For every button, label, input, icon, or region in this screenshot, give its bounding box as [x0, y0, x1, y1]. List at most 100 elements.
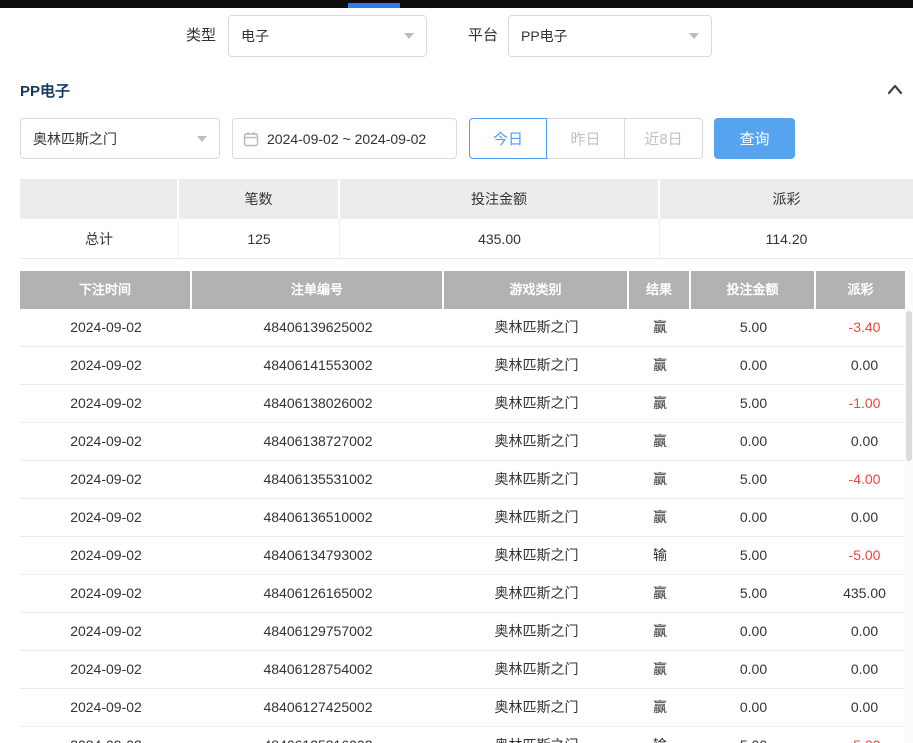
page: 类型 电子 平台 PP电子 PP电子 奥林匹斯之门 [0, 0, 913, 743]
cell-game-category: 奥林匹斯之门 [444, 689, 629, 726]
quick-button-last8days[interactable]: 近8日 [624, 118, 703, 159]
game-select-value: 奥林匹斯之门 [33, 129, 189, 149]
cell-order-no: 48406127425002 [192, 689, 444, 726]
cell-game-category: 奥林匹斯之门 [444, 727, 629, 743]
cell-payout: 0.00 [816, 613, 913, 650]
quick-button-today[interactable]: 今日 [469, 118, 547, 159]
cell-game-category: 奥林匹斯之门 [444, 575, 629, 612]
cell-payout: -3.40 [816, 309, 913, 346]
cell-game-category: 奥林匹斯之门 [444, 461, 629, 498]
cell-payout: 0.00 [816, 689, 913, 726]
cell-bet-time: 2024-09-02 [20, 651, 192, 688]
cell-game-category: 奥林匹斯之门 [444, 613, 629, 650]
cell-bet-amount: 5.00 [691, 727, 816, 743]
scrollbar-thumb[interactable] [906, 311, 912, 461]
bet-table: 下注时间 注单编号 游戏类别 结果 投注金额 派彩 2024-09-024840… [20, 271, 913, 743]
cell-game-category: 奥林匹斯之门 [444, 423, 629, 460]
table-row: 2024-09-0248406138026002奥林匹斯之门赢5.00-1.00 [20, 385, 913, 423]
cell-order-no: 48406135531002 [192, 461, 444, 498]
cell-payout: 0.00 [816, 423, 913, 460]
cell-payout: 0.00 [816, 651, 913, 688]
table-row: 2024-09-0248406141553002奥林匹斯之门赢0.000.00 [20, 347, 913, 385]
game-select[interactable]: 奥林匹斯之门 [20, 118, 220, 159]
section-title: PP电子 [20, 80, 70, 101]
cell-bet-amount: 0.00 [691, 499, 816, 536]
cell-bet-time: 2024-09-02 [20, 499, 192, 536]
cell-bet-time: 2024-09-02 [20, 309, 192, 346]
cell-order-no: 48406128754002 [192, 651, 444, 688]
cell-order-no: 48406139625002 [192, 309, 444, 346]
chevron-down-icon [404, 33, 414, 39]
header-bet-time: 下注时间 [20, 271, 192, 309]
cell-bet-time: 2024-09-02 [20, 347, 192, 384]
summary-total-bet-amount: 435.00 [340, 219, 660, 259]
cell-bet-amount: 0.00 [691, 651, 816, 688]
summary-header-row: 笔数 投注金额 派彩 [20, 179, 913, 219]
type-select-value: 电子 [241, 26, 396, 46]
cell-payout: -4.00 [816, 461, 913, 498]
query-bar: 奥林匹斯之门 2024-09-02 ~ 2024-09-02 今日 昨日 近8日… [0, 118, 913, 159]
platform-select[interactable]: PP电子 [508, 15, 712, 57]
cell-result: 赢 [629, 651, 691, 688]
cell-payout: -1.00 [816, 385, 913, 422]
cell-bet-amount: 0.00 [691, 347, 816, 384]
cell-order-no: 48406136510002 [192, 499, 444, 536]
header-order-no: 注单编号 [192, 271, 444, 309]
cell-result: 赢 [629, 613, 691, 650]
top-navigation-bar [0, 0, 913, 8]
table-row: 2024-09-0248406139625002奥林匹斯之门赢5.00-3.40 [20, 309, 913, 347]
summary-header-bet-amount: 投注金额 [340, 179, 660, 219]
summary-total-count: 125 [179, 219, 340, 259]
date-range-value: 2024-09-02 ~ 2024-09-02 [267, 131, 426, 147]
cell-order-no: 48406126165002 [192, 575, 444, 612]
quick-date-button-group: 今日 昨日 近8日 [469, 118, 703, 159]
bet-table-body: 2024-09-0248406139625002奥林匹斯之门赢5.00-3.40… [20, 309, 913, 743]
cell-result: 输 [629, 727, 691, 743]
search-button[interactable]: 查询 [714, 118, 795, 159]
cell-game-category: 奥林匹斯之门 [444, 347, 629, 384]
collapse-section-button[interactable] [883, 78, 907, 100]
date-range-picker[interactable]: 2024-09-02 ~ 2024-09-02 [232, 118, 457, 159]
calendar-icon [243, 131, 259, 147]
cell-result: 赢 [629, 423, 691, 460]
summary-header-payout: 派彩 [660, 179, 913, 219]
cell-bet-time: 2024-09-02 [20, 689, 192, 726]
table-row: 2024-09-0248406135531002奥林匹斯之门赢5.00-4.00 [20, 461, 913, 499]
cell-game-category: 奥林匹斯之门 [444, 309, 629, 346]
cell-result: 赢 [629, 689, 691, 726]
cell-bet-amount: 0.00 [691, 613, 816, 650]
cell-payout: 0.00 [816, 347, 913, 384]
cell-result: 赢 [629, 347, 691, 384]
cell-bet-time: 2024-09-02 [20, 461, 192, 498]
table-row: 2024-09-0248406134793002奥林匹斯之门输5.00-5.00 [20, 537, 913, 575]
cell-order-no: 48406129757002 [192, 613, 444, 650]
summary-table: 笔数 投注金额 派彩 总计 125 435.00 114.20 [20, 179, 913, 259]
summary-header-count: 笔数 [179, 179, 340, 219]
cell-bet-amount: 0.00 [691, 423, 816, 460]
table-row: 2024-09-0248406129757002奥林匹斯之门赢0.000.00 [20, 613, 913, 651]
cell-bet-amount: 5.00 [691, 309, 816, 346]
cell-order-no: 48406138727002 [192, 423, 444, 460]
table-row: 2024-09-0248406127425002奥林匹斯之门赢0.000.00 [20, 689, 913, 727]
summary-total-payout: 114.20 [660, 219, 913, 259]
quick-button-yesterday[interactable]: 昨日 [546, 118, 625, 159]
cell-result: 赢 [629, 499, 691, 536]
cell-bet-amount: 5.00 [691, 385, 816, 422]
cell-payout: 0.00 [816, 499, 913, 536]
type-select[interactable]: 电子 [228, 15, 427, 57]
filter-row: 类型 电子 平台 PP电子 [0, 15, 913, 57]
summary-total-row: 总计 125 435.00 114.20 [20, 219, 913, 259]
cell-bet-time: 2024-09-02 [20, 423, 192, 460]
cell-result: 赢 [629, 309, 691, 346]
cell-bet-amount: 5.00 [691, 575, 816, 612]
chevron-up-icon [887, 83, 903, 95]
cell-game-category: 奥林匹斯之门 [444, 651, 629, 688]
header-game-category: 游戏类别 [444, 271, 629, 309]
platform-select-value: PP电子 [521, 26, 681, 46]
header-bet-amount: 投注金额 [691, 271, 816, 309]
cell-order-no: 48406138026002 [192, 385, 444, 422]
scrollbar[interactable] [905, 271, 913, 743]
header-result: 结果 [629, 271, 691, 309]
cell-bet-time: 2024-09-02 [20, 613, 192, 650]
cell-bet-time: 2024-09-02 [20, 385, 192, 422]
